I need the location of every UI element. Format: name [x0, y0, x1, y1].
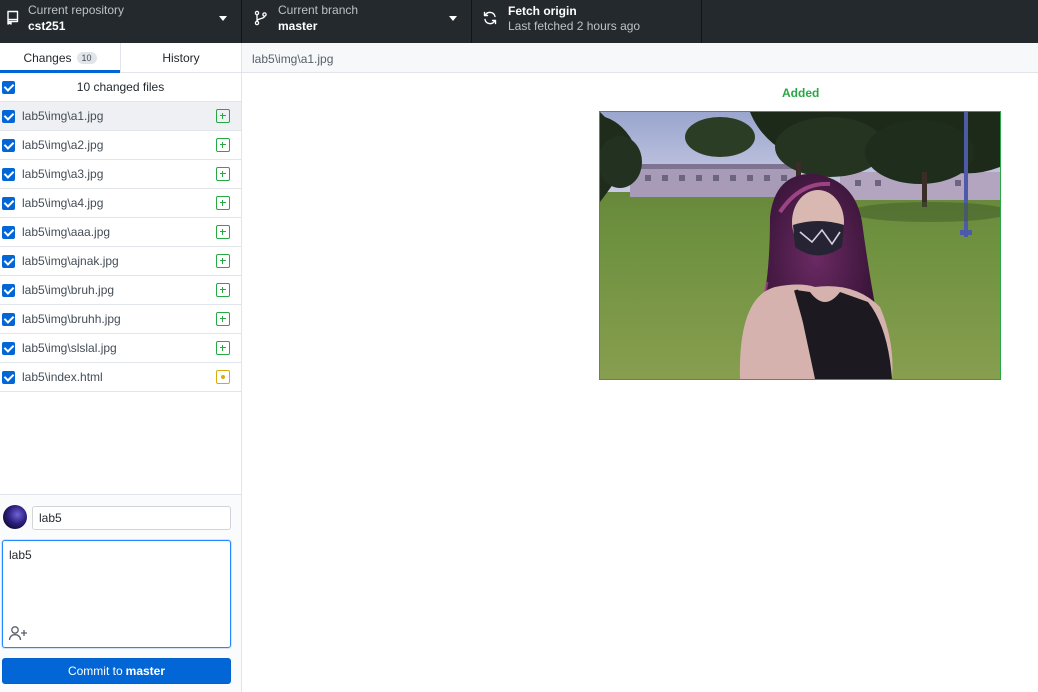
commit-description-text: lab5 [9, 548, 32, 562]
file-checkbox[interactable] [2, 284, 15, 297]
file-added-icon [216, 312, 230, 326]
file-checkbox[interactable] [2, 342, 15, 355]
file-checkbox[interactable] [2, 226, 15, 239]
file-added-icon [216, 167, 230, 181]
file-list: lab5\img\a1.jpg lab5\img\a2.jpg lab5\img\a… [0, 102, 241, 392]
commit-button[interactable]: Commit to master [2, 658, 231, 684]
commit-description-field[interactable]: lab5 [2, 540, 231, 648]
file-checkbox[interactable] [2, 313, 15, 326]
file-row[interactable]: lab5\index.html [0, 363, 241, 392]
selected-file-path: lab5\img\a1.jpg [252, 52, 334, 66]
branch-name: master [278, 19, 318, 33]
file-added-icon [216, 341, 230, 355]
repo-icon [7, 10, 19, 25]
file-checkbox[interactable] [2, 255, 15, 268]
sync-icon [483, 11, 497, 25]
sidebar: Changes 10 History 10 changed files lab5… [0, 43, 242, 692]
file-path: lab5\img\bruh.jpg [22, 283, 115, 297]
commit-summary-input[interactable] [32, 506, 231, 530]
file-checkbox[interactable] [2, 168, 15, 181]
file-path: lab5\img\ajnak.jpg [22, 254, 119, 268]
file-path: lab5\img\a3.jpg [22, 167, 104, 181]
chevron-down-icon [219, 16, 227, 21]
file-added-icon [216, 254, 230, 268]
fetch-origin-button[interactable]: Fetch origin Last fetched 2 hours ago [472, 0, 702, 43]
fetch-text: Fetch origin Last fetched 2 hours ago [508, 3, 640, 34]
branch-text: Current branch master [278, 3, 358, 34]
file-row[interactable]: lab5\img\ajnak.jpg [0, 247, 241, 276]
branch-selector[interactable]: Current branch master [242, 0, 472, 43]
toolbar: Current repository cst251 Current branch… [0, 0, 1038, 43]
file-path: lab5\index.html [22, 370, 103, 384]
file-modified-icon [216, 370, 230, 384]
tab-changes-label: Changes [23, 50, 72, 65]
diff-status-label: Added [782, 86, 820, 100]
file-row[interactable]: lab5\img\bruh.jpg [0, 276, 241, 305]
file-path: lab5\img\a2.jpg [22, 138, 104, 152]
file-path: lab5\img\a4.jpg [22, 196, 104, 210]
file-row[interactable]: lab5\img\bruhh.jpg [0, 305, 241, 334]
file-checkbox[interactable] [2, 197, 15, 210]
chevron-down-icon [449, 16, 457, 21]
file-row[interactable]: lab5\img\a1.jpg [0, 102, 241, 131]
file-row[interactable]: lab5\img\aaa.jpg [0, 218, 241, 247]
file-checkbox[interactable] [2, 371, 15, 384]
file-row[interactable]: lab5\img\a4.jpg [0, 189, 241, 218]
commit-button-prefix: Commit to [67, 664, 123, 678]
tab-bar: Changes 10 History [0, 43, 241, 73]
file-row[interactable]: lab5\img\a3.jpg [0, 160, 241, 189]
tab-history[interactable]: History [120, 43, 241, 72]
repository-label: Current repository [28, 3, 125, 17]
file-path: lab5\img\a1.jpg [22, 109, 104, 123]
branch-icon [254, 10, 267, 26]
file-checkbox[interactable] [2, 110, 15, 123]
fetch-subtitle: Last fetched 2 hours ago [508, 19, 641, 33]
file-row[interactable]: lab5\img\a2.jpg [0, 131, 241, 160]
changes-count-badge: 10 [76, 51, 97, 64]
file-path: lab5\img\slslal.jpg [22, 341, 117, 355]
image-preview [599, 111, 1001, 380]
file-added-icon [216, 138, 230, 152]
file-added-icon [216, 283, 230, 297]
commit-button-branch: master [125, 664, 166, 678]
add-coauthor-icon[interactable] [8, 625, 28, 641]
changes-header: 10 changed files [0, 73, 241, 102]
file-path: lab5\img\bruhh.jpg [22, 312, 121, 326]
file-path-bar: lab5\img\a1.jpg [242, 43, 1038, 73]
tab-history-label: History [162, 50, 200, 65]
repository-selector[interactable]: Current repository cst251 [0, 0, 242, 43]
file-checkbox[interactable] [2, 139, 15, 152]
image-diff-view: Added [242, 73, 1038, 692]
avatar [3, 505, 27, 529]
repository-name: cst251 [28, 19, 66, 33]
changed-files-count: 10 changed files [76, 80, 165, 94]
image-preview-photo [600, 112, 1000, 379]
file-added-icon [216, 196, 230, 210]
repository-text: Current repository cst251 [28, 3, 124, 34]
file-path: lab5\img\aaa.jpg [22, 225, 111, 239]
file-row[interactable]: lab5\img\slslal.jpg [0, 334, 241, 363]
commit-panel: lab5 Commit to master [0, 494, 241, 692]
file-added-icon [216, 109, 230, 123]
fetch-title: Fetch origin [508, 4, 577, 18]
file-added-icon [216, 225, 230, 239]
tab-changes[interactable]: Changes 10 [0, 43, 120, 73]
select-all-checkbox[interactable] [2, 81, 15, 94]
branch-label: Current branch [278, 3, 359, 17]
